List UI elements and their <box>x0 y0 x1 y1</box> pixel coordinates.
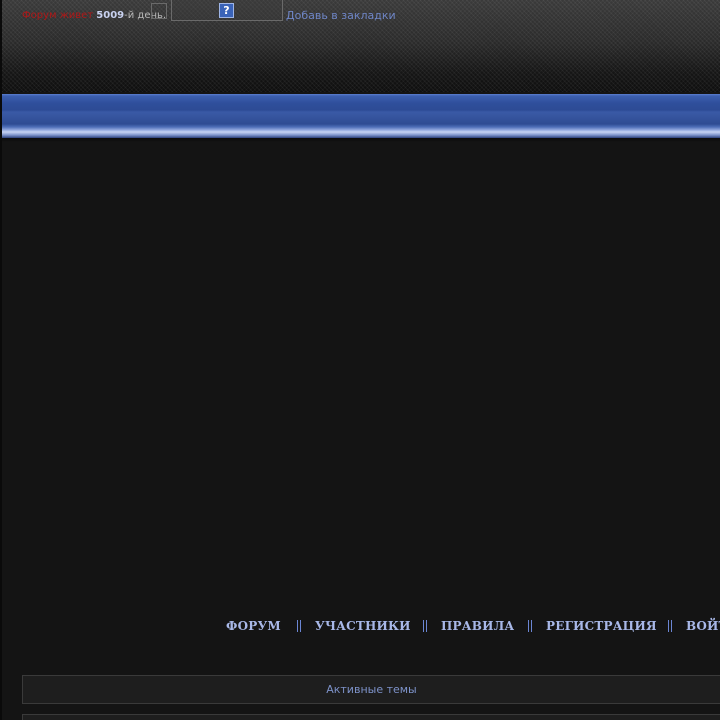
active-topics-link[interactable]: Активные темы <box>23 683 720 696</box>
add-bookmark-link[interactable]: Добавь в закладки <box>286 9 396 22</box>
forum-age-status: Форум живет 5009-й день. <box>22 10 166 22</box>
help-icon[interactable]: ? <box>219 3 234 18</box>
banner-shadow <box>2 138 720 142</box>
nav-forum[interactable]: ФОРУМ <box>226 618 281 634</box>
nav-separator <box>297 620 301 632</box>
content-table-top <box>22 714 720 720</box>
nav-separator <box>423 620 427 632</box>
forum-days-count: 5009 <box>96 10 125 21</box>
forum-alive-text: Форум живет <box>22 10 94 21</box>
nav-register[interactable]: РЕГИСТРАЦИЯ <box>546 618 657 634</box>
nav-separator <box>668 620 672 632</box>
header-blue-banner <box>2 94 720 138</box>
small-checkbox[interactable] <box>151 3 167 19</box>
nav-rules[interactable]: ПРАВИЛА <box>441 618 514 634</box>
forum-page: Форум живет 5009-й день. ? Добавь в закл… <box>0 0 720 720</box>
nav-separator <box>528 620 532 632</box>
nav-members[interactable]: УЧАСТНИКИ <box>315 618 411 634</box>
nav-login[interactable]: ВОЙТИ <box>686 618 720 634</box>
active-topics-bar: Активные темы <box>22 675 720 704</box>
